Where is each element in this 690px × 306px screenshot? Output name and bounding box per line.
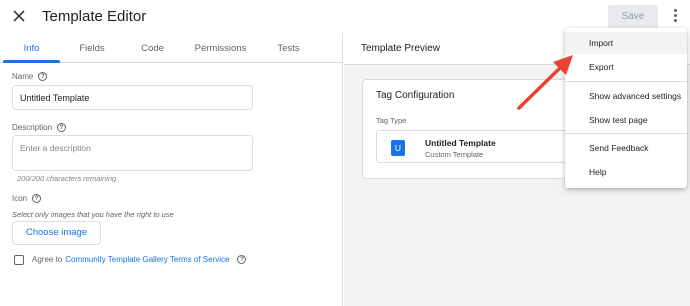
page-title: Template Editor — [42, 8, 147, 25]
description-label: Description ? — [12, 123, 67, 132]
help-icon[interactable]: ? — [32, 194, 42, 203]
help-icon[interactable]: ? — [57, 123, 67, 132]
icon-hint: Select only images that you have the rig… — [12, 210, 174, 219]
menu-item-send-feedback[interactable]: Send Feedback — [565, 137, 687, 159]
menu-item-help[interactable]: Help — [565, 161, 687, 183]
active-tab-indicator — [3, 60, 60, 63]
overflow-menu: Import Export Show advanced settings Sho… — [565, 28, 687, 188]
name-input[interactable]: Untitled Template — [12, 85, 253, 110]
choose-image-button[interactable]: Choose image — [12, 221, 101, 245]
save-button[interactable]: Save — [608, 5, 658, 28]
tag-type-selector[interactable]: U Untitled Template Custom Template — [376, 130, 576, 163]
help-icon[interactable]: ? — [237, 255, 247, 264]
more-vert-icon[interactable] — [669, 7, 681, 25]
character-count: 200/200 characters remaining — [17, 174, 117, 183]
card-title: Tag Configuration — [376, 90, 455, 101]
tab-tests[interactable]: Tests — [260, 33, 317, 63]
template-icon: U — [391, 140, 405, 156]
icon-label-text: Icon — [12, 194, 28, 203]
close-icon[interactable] — [11, 8, 27, 24]
menu-divider — [565, 133, 687, 134]
tag-name: Untitled Template — [425, 138, 496, 148]
help-icon[interactable]: ? — [38, 72, 48, 81]
tab-code[interactable]: Code — [124, 33, 181, 63]
name-label-text: Name — [12, 72, 34, 81]
agree-prefix: Agree to — [32, 255, 63, 264]
description-textarea[interactable]: Enter a description — [12, 135, 253, 171]
menu-item-show-advanced-settings[interactable]: Show advanced settings — [565, 85, 687, 107]
preview-title: Template Preview — [361, 43, 440, 54]
menu-divider — [565, 81, 687, 82]
terms-link[interactable]: Community Template Gallery Terms of Serv… — [65, 255, 229, 264]
terms-checkbox[interactable] — [14, 255, 24, 265]
menu-item-import[interactable]: Import — [565, 32, 687, 54]
tag-type-label: Tag Type — [376, 116, 407, 125]
tag-subtitle: Custom Template — [425, 150, 484, 159]
terms-agreement: Agree to Community Template Gallery Term… — [32, 255, 247, 264]
name-label: Name ? — [12, 72, 48, 81]
menu-item-show-test-page[interactable]: Show test page — [565, 109, 687, 131]
description-label-text: Description — [12, 123, 53, 132]
icon-label: Icon ? — [12, 194, 42, 203]
menu-item-export[interactable]: Export — [565, 56, 687, 78]
tab-info[interactable]: Info — [3, 33, 60, 63]
editor-pane: Info Fields Code Permissions Tests Name … — [0, 33, 343, 306]
tab-permissions[interactable]: Permissions — [183, 33, 258, 63]
tab-fields[interactable]: Fields — [62, 33, 122, 63]
tab-bar: Info Fields Code Permissions Tests — [0, 33, 343, 63]
